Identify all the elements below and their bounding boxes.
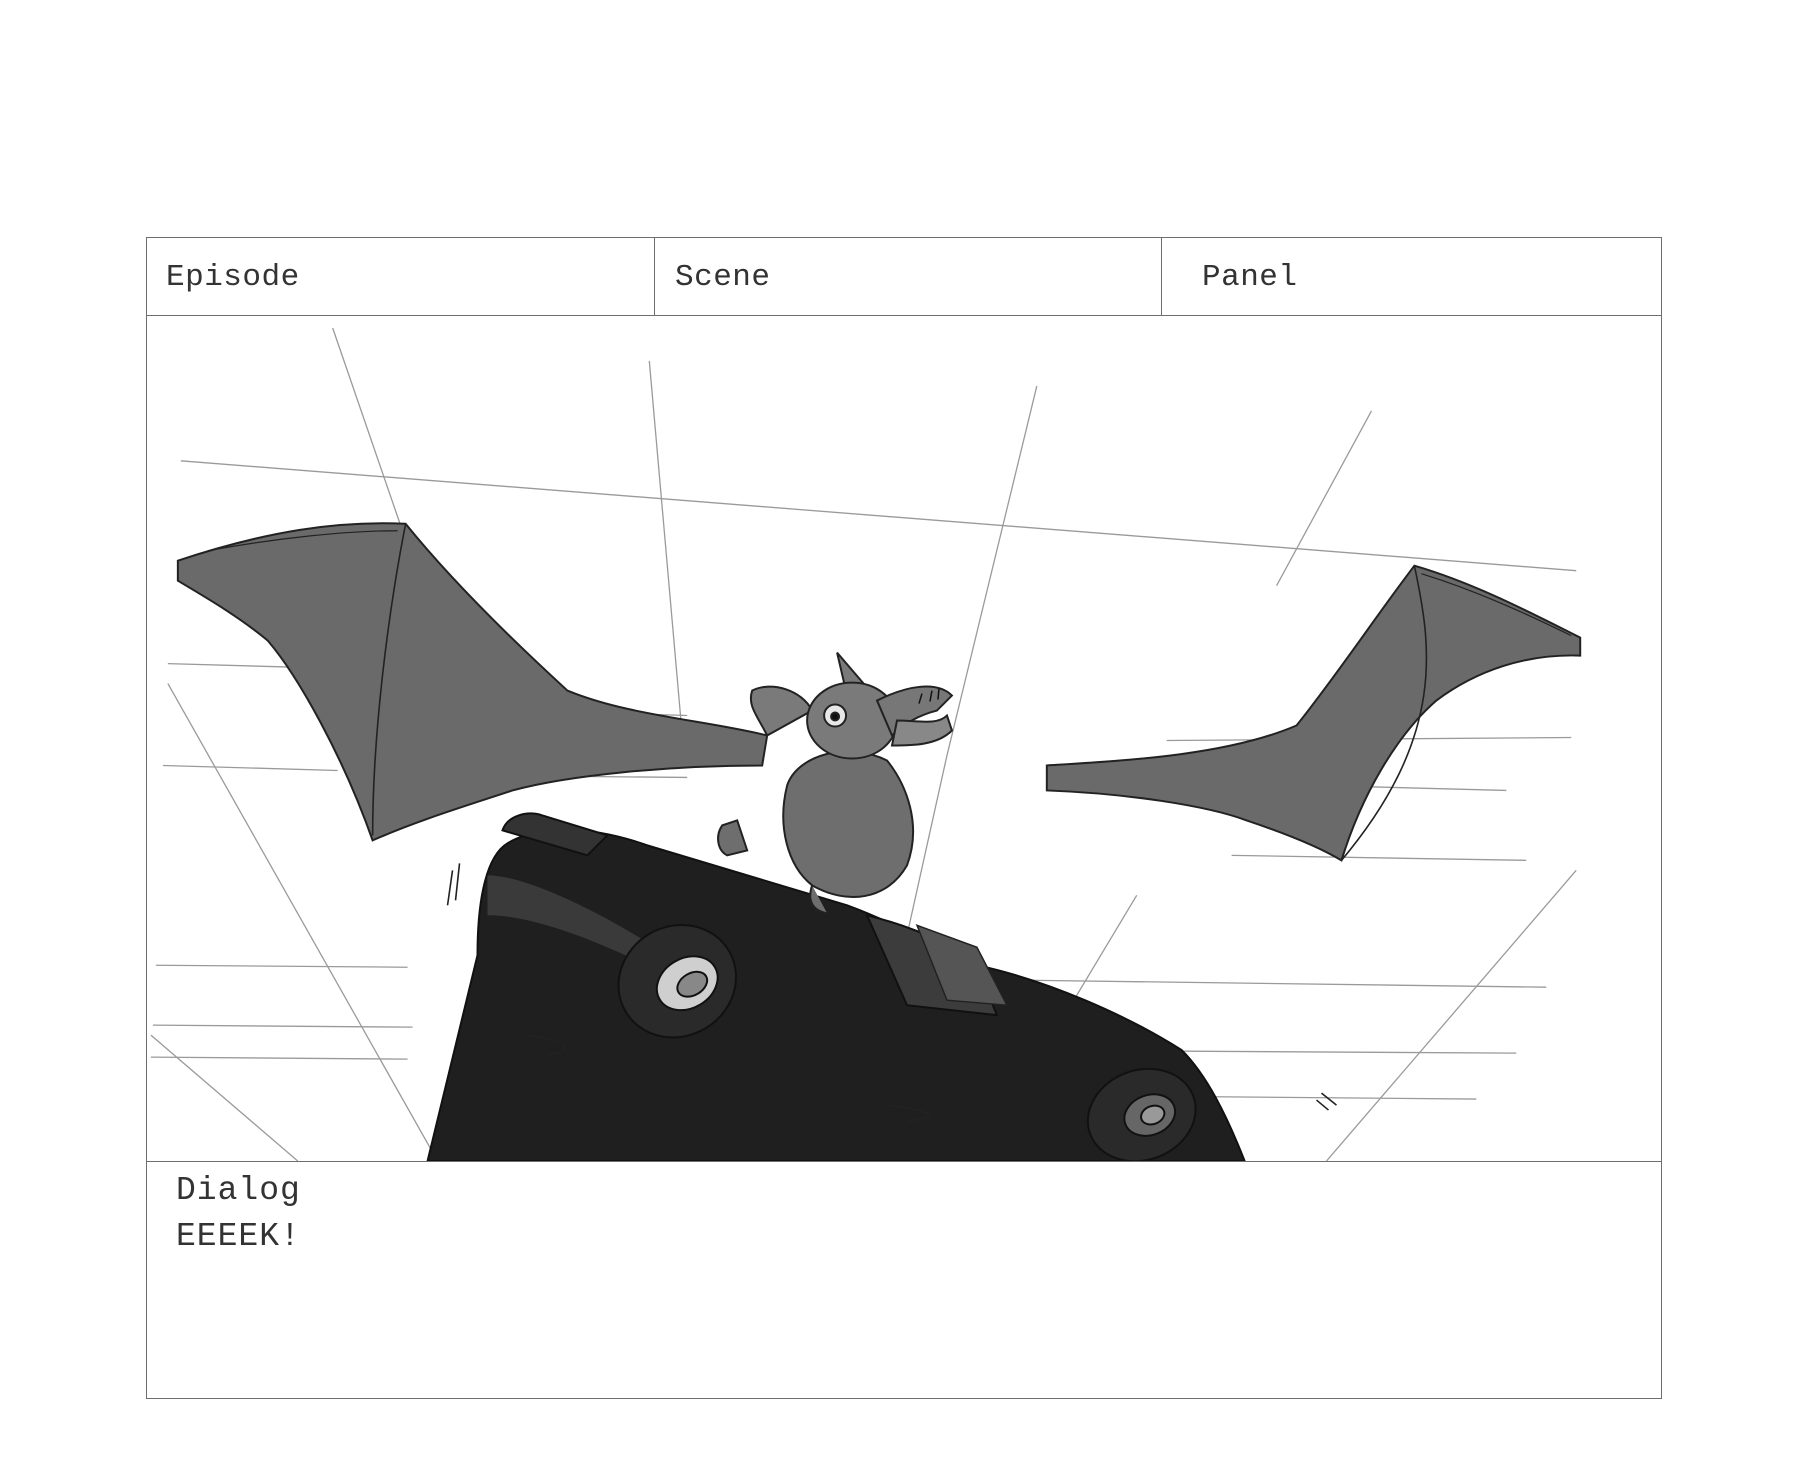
storyboard-artwork [147, 316, 1661, 1162]
panel-label: Panel [1202, 260, 1298, 295]
dialog-text[interactable]: EEEEK! [176, 1218, 301, 1255]
storyboard-sheet: Episode Scene Panel Dialog EEEEK! [146, 237, 1662, 1399]
bat-body [717, 651, 954, 915]
scene-field[interactable]: Scene [655, 238, 1162, 315]
storyboard-header: Episode Scene Panel [147, 238, 1661, 316]
panel-field[interactable]: Panel [1162, 238, 1661, 315]
episode-label: Episode [166, 260, 300, 295]
scene-label: Scene [675, 260, 771, 295]
episode-field[interactable]: Episode [147, 238, 655, 315]
bat-left-wing [176, 522, 769, 842]
dialog-label: Dialog [176, 1172, 301, 1209]
bat-right-wing [1045, 564, 1582, 862]
dialog-section: Dialog EEEEK! [147, 1162, 1661, 1398]
bat-on-car-illustration [150, 327, 1582, 1161]
